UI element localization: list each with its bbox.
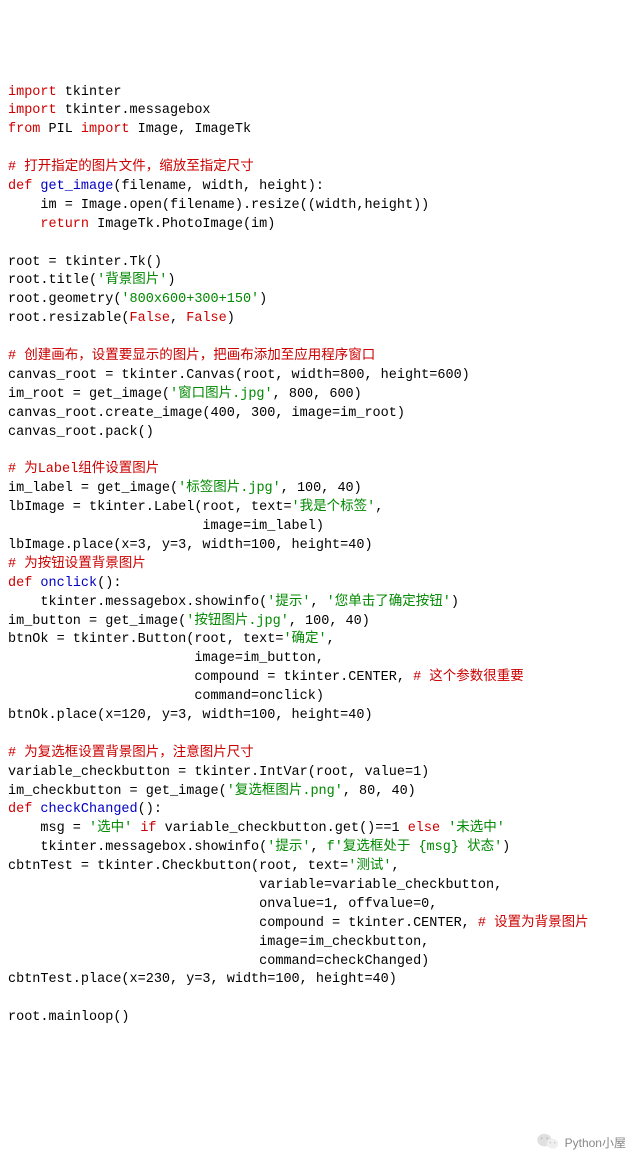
code-line: root = tkinter.Tk() [8,254,632,273]
code-line: # 为Label组件设置图片 [8,461,632,480]
code-line: im_checkbutton = get_image('复选框图片.png', … [8,783,632,802]
code-line [8,990,632,1009]
code-line: # 打开指定的图片文件，缩放至指定尺寸 [8,159,632,178]
code-line: im_root = get_image('窗口图片.jpg', 800, 600… [8,386,632,405]
code-line: cbtnTest = tkinter.Checkbutton(root, tex… [8,858,632,877]
code-line: image=im_checkbutton, [8,934,632,953]
code-line: def checkChanged(): [8,801,632,820]
code-line [8,726,632,745]
code-line: canvas_root.pack() [8,424,632,443]
code-line [8,140,632,159]
code-line: compound = tkinter.CENTER, # 这个参数很重要 [8,669,632,688]
code-line: im = Image.open(filename).resize((width,… [8,197,632,216]
code-line: command=checkChanged) [8,953,632,972]
code-line [8,329,632,348]
code-line: root.mainloop() [8,1009,632,1028]
code-line: return ImageTk.PhotoImage(im) [8,216,632,235]
code-line: root.resizable(False, False) [8,310,632,329]
code-line: variable_checkbutton = tkinter.IntVar(ro… [8,764,632,783]
code-line: variable=variable_checkbutton, [8,877,632,896]
code-line: root.title('背景图片') [8,272,632,291]
code-line: import tkinter [8,84,632,103]
code-line: im_button = get_image('按钮图片.jpg', 100, 4… [8,613,632,632]
code-line: btnOk.place(x=120, y=3, width=100, heigh… [8,707,632,726]
watermark: Python小屋 [537,1132,626,1155]
code-line: tkinter.messagebox.showinfo('提示', f'复选框处… [8,839,632,858]
code-line: # 创建画布，设置要显示的图片，把画布添加至应用程序窗口 [8,348,632,367]
code-line: canvas_root.create_image(400, 300, image… [8,405,632,424]
code-line: command=onclick) [8,688,632,707]
code-line: # 为复选框设置背景图片，注意图片尺寸 [8,745,632,764]
code-block: import tkinterimport tkinter.messageboxf… [8,84,632,1029]
watermark-text: Python小屋 [565,1135,626,1152]
code-line: im_label = get_image('标签图片.jpg', 100, 40… [8,480,632,499]
code-line: btnOk = tkinter.Button(root, text='确定', [8,631,632,650]
code-line: msg = '选中' if variable_checkbutton.get()… [8,820,632,839]
code-line [8,235,632,254]
code-line: root.geometry('800x600+300+150') [8,291,632,310]
code-line: def get_image(filename, width, height): [8,178,632,197]
code-line: cbtnTest.place(x=230, y=3, width=100, he… [8,971,632,990]
code-line: import tkinter.messagebox [8,102,632,121]
code-line: onvalue=1, offvalue=0, [8,896,632,915]
code-line: # 为按钮设置背景图片 [8,556,632,575]
code-line: lbImage = tkinter.Label(root, text='我是个标… [8,499,632,518]
code-line: image=im_button, [8,650,632,669]
code-line: def onclick(): [8,575,632,594]
code-line: compound = tkinter.CENTER, # 设置为背景图片 [8,915,632,934]
code-line: image=im_label) [8,518,632,537]
code-line [8,442,632,461]
code-line: tkinter.messagebox.showinfo('提示', '您单击了确… [8,594,632,613]
wechat-icon [537,1132,559,1155]
code-line: from PIL import Image, ImageTk [8,121,632,140]
code-line: canvas_root = tkinter.Canvas(root, width… [8,367,632,386]
code-line: lbImage.place(x=3, y=3, width=100, heigh… [8,537,632,556]
